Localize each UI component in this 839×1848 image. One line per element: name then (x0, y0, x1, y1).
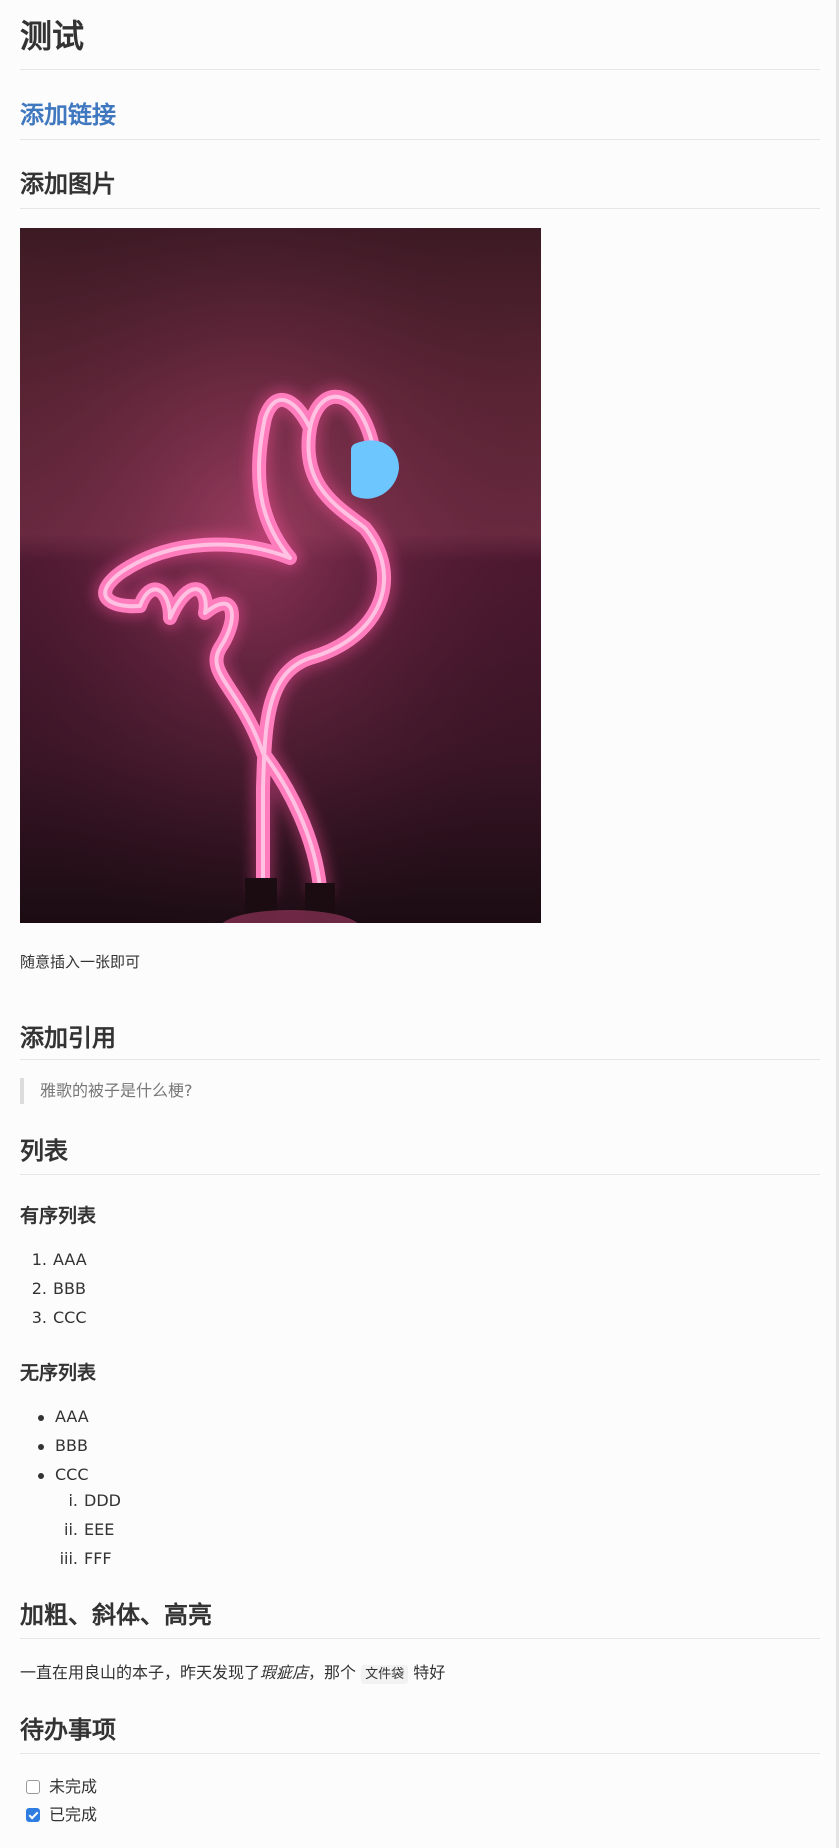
list-marker: 2. (31, 1279, 47, 1298)
bullet-icon (38, 1472, 44, 1479)
blockquote-text: 雅歌的被子是什么梗? (40, 1081, 193, 1100)
list-item-text: BBB (55, 1436, 88, 1455)
image-heading: 添加图片 (20, 170, 116, 198)
list-heading: 列表 (20, 1137, 68, 1165)
todo-heading-divider (20, 1753, 820, 1754)
inline-code: 文件袋 (361, 1665, 409, 1684)
list-marker: 1. (31, 1250, 47, 1269)
italic-text: 瑕疵店 (260, 1663, 309, 1682)
link-heading-divider (20, 139, 820, 140)
blockquote: 雅歌的被子是什么梗? (20, 1078, 193, 1104)
list-item-text: AAA (55, 1407, 89, 1426)
unchecked-checkbox[interactable] (26, 1780, 40, 1794)
list-item: 3. CCC (20, 1306, 87, 1330)
format-text-middle: ，那个 (308, 1663, 362, 1682)
todo-heading: 待办事项 (20, 1716, 116, 1744)
list-item-text: BBB (53, 1279, 86, 1298)
list-item: 2. BBB (20, 1277, 86, 1301)
markdown-preview-page: 测试 添加链接 添加图片 随意插入一张即可 添加引用 雅歌的被子是什么梗? 列表… (0, 0, 839, 1848)
format-paragraph: 一直在用良山的本子，昨天发现了瑕疵店，那个 文件袋 特好 (20, 1661, 445, 1687)
list-heading-divider (20, 1174, 820, 1175)
list-marker: i. (68, 1491, 78, 1510)
title-divider (20, 69, 820, 70)
flamingo-neon-image (20, 228, 541, 923)
quote-heading-divider (20, 1059, 820, 1060)
list-item: CCC (20, 1463, 89, 1487)
quote-heading: 添加引用 (20, 1024, 116, 1052)
sub-list-item: i. DDD (20, 1489, 121, 1513)
todo-item: 未完成 (26, 1775, 97, 1799)
list-item: BBB (20, 1434, 88, 1458)
ordered-list-heading: 有序列表 (20, 1205, 97, 1227)
sub-list-item: iii. FFF (20, 1547, 112, 1571)
list-item-text: CCC (53, 1308, 87, 1327)
format-heading: 加粗、斜体、高亮 (20, 1601, 212, 1629)
checked-checkbox[interactable] (26, 1808, 40, 1822)
bullet-icon (38, 1414, 44, 1421)
list-item-text: EEE (84, 1520, 115, 1539)
unordered-list-heading: 无序列表 (20, 1362, 97, 1384)
bullet-icon (38, 1443, 44, 1450)
image-heading-divider (20, 208, 820, 209)
list-item: AAA (20, 1405, 89, 1429)
sub-list-item: ii. EEE (20, 1518, 114, 1542)
link-heading: 添加链接 (20, 98, 116, 132)
list-item-text: FFF (84, 1549, 112, 1568)
todo-label: 未完成 (49, 1777, 98, 1796)
list-item-text: DDD (84, 1491, 121, 1510)
todo-item: 已完成 (26, 1803, 97, 1827)
heading-link[interactable]: 添加链接 (20, 101, 116, 129)
list-item: 1. AAA (20, 1248, 87, 1272)
format-heading-divider (20, 1638, 820, 1639)
image-caption: 随意插入一张即可 (20, 953, 141, 971)
todo-label: 已完成 (49, 1805, 98, 1824)
list-item-text: AAA (53, 1250, 87, 1269)
list-marker: 3. (31, 1308, 47, 1327)
page-title: 测试 (20, 17, 85, 55)
flamingo-neon-drawing (20, 228, 541, 923)
list-marker: iii. (59, 1549, 78, 1568)
format-text-after: 特好 (408, 1663, 446, 1682)
list-item-text: CCC (55, 1465, 89, 1484)
format-text-before: 一直在用良山的本子，昨天发现了 (20, 1663, 261, 1682)
list-marker: ii. (64, 1520, 78, 1539)
